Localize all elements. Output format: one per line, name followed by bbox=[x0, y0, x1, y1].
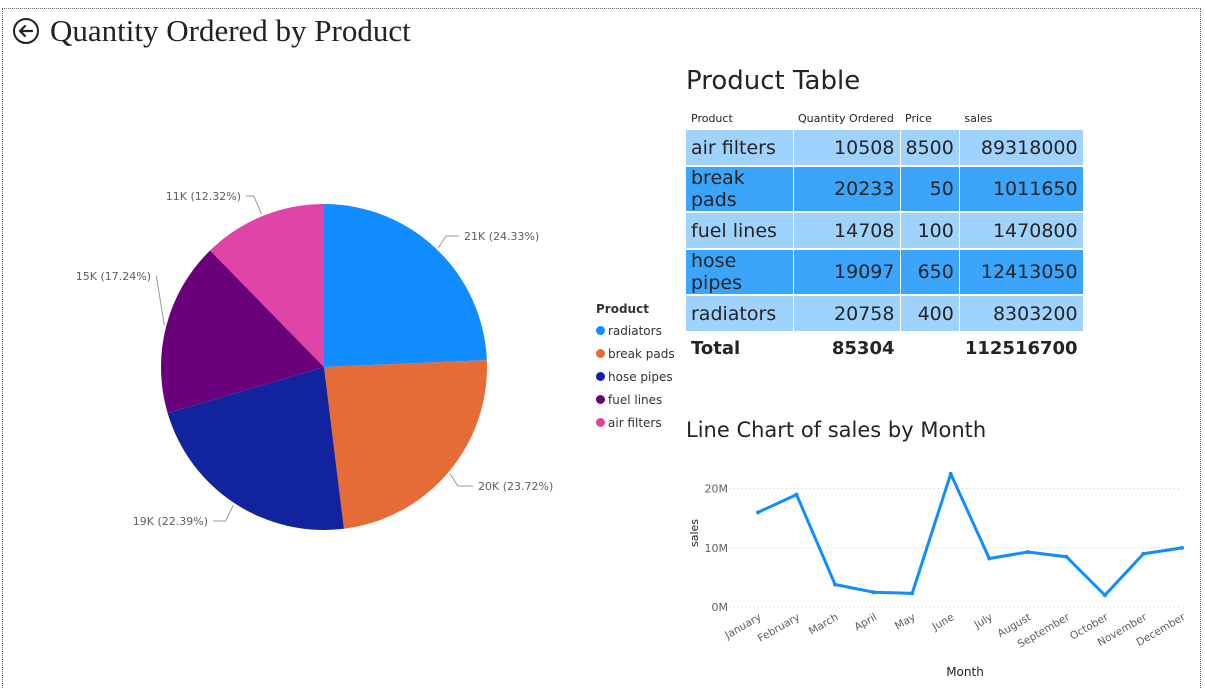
cell-product: fuel lines bbox=[686, 212, 793, 250]
column-header-quantity[interactable]: Quantity Ordered bbox=[793, 106, 900, 130]
legend-label: radiators bbox=[608, 323, 662, 338]
product-table-title: Product Table bbox=[686, 66, 861, 96]
line-chart: 0M 10M 20M January February March April May June… bbox=[680, 445, 1200, 680]
cell-price: 400 bbox=[899, 295, 960, 333]
pie-leader-line bbox=[213, 504, 234, 522]
y-tick-label: 10M bbox=[705, 542, 729, 555]
x-tick-label: June bbox=[930, 611, 957, 633]
data-point-april[interactable] bbox=[871, 590, 876, 595]
cell-price: 8500 bbox=[899, 130, 960, 167]
cell-quantity: 19097 bbox=[792, 249, 900, 296]
table-row[interactable]: radiators 20758 400 8303200 bbox=[686, 295, 1083, 333]
x-axis-title: Month bbox=[946, 665, 984, 679]
y-axis-title: sales bbox=[688, 519, 701, 547]
legend-item-radiators[interactable]: radiators bbox=[596, 319, 675, 342]
total-quantity: 85304 bbox=[792, 331, 900, 365]
data-point-july[interactable] bbox=[987, 556, 992, 561]
legend-dot-icon bbox=[596, 372, 605, 381]
table-row[interactable]: air filters 10508 8500 89318000 bbox=[686, 130, 1083, 167]
data-point-december[interactable] bbox=[1180, 545, 1184, 550]
cell-sales: 89318000 bbox=[958, 130, 1083, 167]
total-label: Total bbox=[686, 331, 793, 365]
cell-quantity: 20758 bbox=[792, 295, 900, 333]
cell-sales: 12413050 bbox=[958, 249, 1083, 296]
column-header-sales[interactable]: sales bbox=[959, 106, 1082, 130]
legend-title: Product bbox=[596, 302, 649, 316]
total-price bbox=[899, 331, 960, 365]
legend-item-break-pads[interactable]: break pads bbox=[596, 342, 675, 365]
cell-product: radiators bbox=[686, 295, 793, 333]
column-header-price[interactable]: Price bbox=[900, 106, 959, 130]
column-header-product[interactable]: Product bbox=[686, 106, 793, 130]
data-point-june[interactable] bbox=[948, 471, 953, 476]
pie-slice-break-pads[interactable] bbox=[324, 360, 487, 529]
legend-dot-icon bbox=[596, 326, 605, 335]
cell-product: hose pipes bbox=[686, 249, 793, 296]
legend-label: fuel lines bbox=[608, 392, 663, 407]
legend-label: break pads bbox=[608, 346, 675, 361]
data-point-may[interactable] bbox=[910, 591, 915, 596]
legend-item-hose-pipes[interactable]: hose pipes bbox=[596, 365, 675, 388]
pie-leader-line bbox=[246, 195, 263, 215]
data-point-august[interactable] bbox=[1025, 549, 1030, 554]
y-tick-label: 0M bbox=[712, 601, 729, 614]
legend-label: hose pipes bbox=[608, 369, 673, 384]
pie-data-label: 11K (12.32%) bbox=[166, 190, 241, 203]
pie-data-label: 20K (23.72%) bbox=[478, 480, 553, 493]
cell-price: 100 bbox=[899, 212, 960, 250]
legend-label: air filters bbox=[608, 415, 662, 430]
pie-data-label: 19K (22.39%) bbox=[133, 515, 208, 528]
table-row[interactable]: fuel lines 14708 100 1470800 bbox=[686, 212, 1083, 250]
x-tick-label: May bbox=[893, 611, 918, 632]
cell-quantity: 20233 bbox=[792, 166, 900, 213]
x-tick-label: March bbox=[807, 611, 841, 637]
data-point-november[interactable] bbox=[1141, 551, 1146, 556]
cell-quantity: 14708 bbox=[792, 212, 900, 250]
legend-dot-icon bbox=[596, 418, 605, 427]
legend-dot-icon bbox=[596, 349, 605, 358]
cell-price: 650 bbox=[899, 249, 960, 296]
sales-line[interactable] bbox=[757, 472, 1183, 597]
table-row[interactable]: break pads 20233 50 1011650 bbox=[686, 166, 1083, 213]
cell-sales: 1011650 bbox=[958, 166, 1083, 213]
pie-chart: 21K (24.33%) 20K (23.72%) 19K (22.39%) 15K … bbox=[0, 0, 680, 680]
legend-item-air-filters[interactable]: air filters bbox=[596, 411, 675, 434]
data-point-january[interactable] bbox=[756, 510, 760, 515]
data-point-february[interactable] bbox=[794, 492, 799, 497]
y-tick-label: 20M bbox=[705, 483, 729, 496]
cell-sales: 1470800 bbox=[958, 212, 1083, 250]
table-total-row: Total 85304 112516700 bbox=[686, 331, 1083, 365]
pie-slice-radiators[interactable] bbox=[324, 204, 487, 367]
line-chart-title: Line Chart of sales by Month bbox=[686, 418, 987, 442]
pie-legend: Product radiators break pads hose pipes … bbox=[596, 302, 675, 434]
pie-leader-line bbox=[155, 275, 165, 326]
pie-leader-line bbox=[449, 473, 473, 487]
cell-product: break pads bbox=[686, 166, 793, 213]
line-chart-svg: 0M10M20MJanuaryFebruary March April May June… bbox=[688, 471, 1188, 679]
legend-item-fuel-lines[interactable]: fuel lines bbox=[596, 388, 675, 411]
pie-data-label: 15K (17.24%) bbox=[76, 270, 151, 283]
x-tick-label: July bbox=[972, 611, 995, 631]
pie-leader-line bbox=[437, 235, 459, 249]
cell-quantity: 10508 bbox=[792, 130, 900, 167]
data-point-october[interactable] bbox=[1102, 593, 1107, 598]
data-point-september[interactable] bbox=[1064, 554, 1069, 559]
legend-dot-icon bbox=[596, 395, 605, 404]
pie-chart-svg: 21K (24.33%) 20K (23.72%) 19K (22.39%) 15K … bbox=[76, 190, 553, 530]
x-tick-label: April bbox=[852, 611, 879, 633]
pie-data-label: 21K (24.33%) bbox=[464, 230, 539, 243]
data-point-march[interactable] bbox=[833, 582, 838, 587]
product-table: Product Quantity Ordered Price sales air… bbox=[686, 106, 1083, 365]
x-tick-label: February bbox=[756, 611, 802, 645]
cell-sales: 8303200 bbox=[958, 295, 1083, 333]
total-sales: 112516700 bbox=[958, 331, 1083, 365]
table-row[interactable]: hose pipes 19097 650 12413050 bbox=[686, 249, 1083, 296]
cell-product: air filters bbox=[686, 130, 793, 167]
cell-price: 50 bbox=[899, 166, 960, 213]
